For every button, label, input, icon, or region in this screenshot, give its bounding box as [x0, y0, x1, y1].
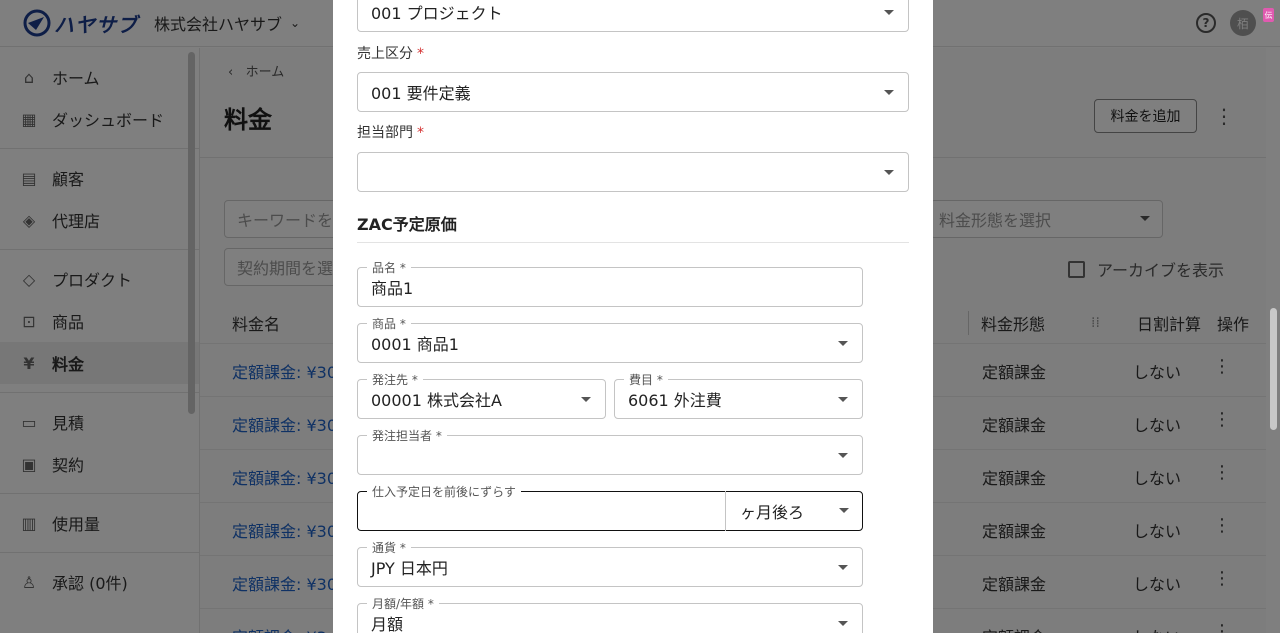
- billing-period-value: 月額: [371, 615, 404, 633]
- page-scrollbar[interactable]: [1270, 308, 1277, 430]
- expense-value: 6061 外注費: [628, 391, 722, 410]
- currency-value: JPY 日本円: [371, 559, 448, 578]
- field-label: 月額/年額 *: [367, 595, 439, 612]
- dropdown-arrow-icon: [884, 10, 894, 15]
- sales-category-label: 売上区分 *: [357, 43, 424, 63]
- dropdown-arrow-icon: [838, 621, 848, 626]
- purchase-shift-unit-select[interactable]: ヶ月後ろ: [725, 491, 863, 531]
- sales-category-value: 001 要件定義: [371, 84, 471, 103]
- divider: [357, 242, 909, 243]
- dropdown-arrow-icon: [838, 565, 848, 570]
- field-label: 発注先 *: [367, 371, 423, 388]
- item-name-field[interactable]: 品名 * 商品1: [357, 259, 863, 307]
- field-label: 発注担当者 *: [367, 427, 447, 444]
- field-label: 品名 *: [367, 259, 411, 276]
- required-mark: *: [417, 46, 424, 62]
- dropdown-arrow-icon: [838, 453, 848, 458]
- supplier-value: 00001 株式会社A: [371, 391, 502, 410]
- field-label: 通貨 *: [367, 539, 411, 556]
- dropdown-arrow-icon: [581, 397, 591, 402]
- billing-period-select[interactable]: 月額/年額 * 月額: [357, 595, 863, 633]
- dropdown-arrow-icon: [884, 90, 894, 95]
- dropdown-arrow-icon: [838, 341, 848, 346]
- sales-category-select[interactable]: 001 要件定義: [357, 72, 909, 112]
- project-value: 001 プロジェクト: [371, 4, 503, 23]
- item-name-value: 商品1: [371, 279, 414, 298]
- required-mark: *: [417, 125, 424, 141]
- orderer-select[interactable]: 発注担当者 *: [357, 427, 863, 475]
- department-select[interactable]: [357, 152, 909, 192]
- label-text: 売上区分: [357, 46, 413, 62]
- dropdown-arrow-icon: [884, 170, 894, 175]
- dropdown-arrow-icon: [839, 508, 849, 513]
- supplier-select[interactable]: 発注先 * 00001 株式会社A: [357, 371, 606, 419]
- field-label: 費目 *: [624, 371, 668, 388]
- notification-badge-icon[interactable]: 伝: [1263, 8, 1274, 22]
- currency-select[interactable]: 通貨 * JPY 日本円: [357, 539, 863, 587]
- product-select[interactable]: 商品 * 0001 商品1: [357, 315, 863, 363]
- add-pricing-dialog: 001 プロジェクト 売上区分 * 001 要件定義 担当部門 * ZAC予定原価 …: [333, 0, 933, 633]
- field-label: 仕入予定日を前後にずらす: [367, 483, 521, 500]
- expense-select[interactable]: 費目 * 6061 外注費: [614, 371, 863, 419]
- dropdown-arrow-icon: [838, 397, 848, 402]
- purchase-shift-unit: ヶ月後ろ: [740, 503, 805, 522]
- project-select[interactable]: 001 プロジェクト: [357, 0, 909, 32]
- product-value: 0001 商品1: [371, 335, 459, 354]
- department-label: 担当部門 *: [357, 122, 424, 142]
- label-text: 担当部門: [357, 125, 413, 141]
- field-label: 商品 *: [367, 315, 411, 332]
- section-title: ZAC予定原価: [357, 215, 457, 234]
